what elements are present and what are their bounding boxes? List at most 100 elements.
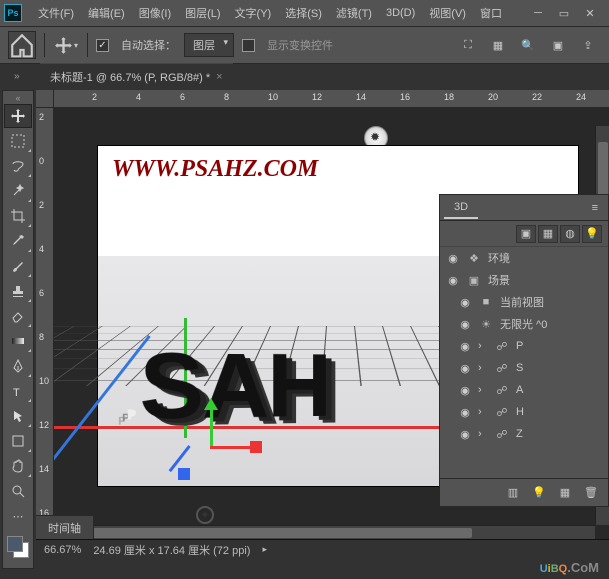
mesh-icon: ☍ xyxy=(494,384,510,397)
auto-select-checkbox[interactable] xyxy=(96,39,109,52)
move-tool[interactable] xyxy=(4,104,32,128)
3d-row-mesh-p[interactable]: ◉›☍P xyxy=(440,335,608,357)
menu-file[interactable]: 文件(F) xyxy=(32,1,80,25)
lasso-tool[interactable] xyxy=(4,154,32,178)
transform-controls-checkbox[interactable] xyxy=(242,39,255,52)
window-minimize-button[interactable]: ─ xyxy=(527,4,549,22)
edit-toolbar-icon[interactable]: ⋯ xyxy=(4,504,32,528)
home-icon[interactable] xyxy=(8,31,36,59)
menu-image[interactable]: 图像(I) xyxy=(133,1,177,25)
3d-row-scene[interactable]: ◉▣场景 xyxy=(440,269,608,291)
scrollbar-horizontal[interactable] xyxy=(72,525,595,539)
move-tool-icon[interactable]: ▾ xyxy=(53,32,79,58)
tool-collapse-icon[interactable]: « xyxy=(3,93,33,103)
visibility-icon[interactable]: ◉ xyxy=(458,406,472,419)
zoom-level[interactable]: 66.67% xyxy=(44,544,81,556)
3d-row-mesh-z[interactable]: ◉›☍Z xyxy=(440,423,608,445)
row-label: 无限光 ^0 xyxy=(500,316,547,332)
visibility-icon[interactable]: ◉ xyxy=(458,318,472,331)
scroll-thumb[interactable] xyxy=(92,528,472,538)
crop-tool[interactable] xyxy=(4,204,32,228)
menu-layer[interactable]: 图层(L) xyxy=(179,1,226,25)
visibility-icon[interactable]: ◉ xyxy=(458,296,472,309)
tab-collapse-icon[interactable]: » xyxy=(14,71,20,82)
menu-filter[interactable]: 滤镜(T) xyxy=(330,1,378,25)
menu-view[interactable]: 视图(V) xyxy=(423,1,472,25)
zoom-tool[interactable] xyxy=(4,479,32,503)
magic-wand-tool[interactable] xyxy=(4,179,32,203)
gizmo-x-handle[interactable] xyxy=(250,441,262,453)
tab-close-icon[interactable]: × xyxy=(216,71,222,83)
stamp-tool[interactable] xyxy=(4,279,32,303)
3d-row-current-view[interactable]: ◉■当前视图 xyxy=(440,291,608,313)
menu-edit[interactable]: 编辑(E) xyxy=(82,1,131,25)
gradient-tool[interactable] xyxy=(4,329,32,353)
delete-icon[interactable]: 🗑 xyxy=(580,483,602,503)
window-close-button[interactable]: ✕ xyxy=(579,4,601,22)
render-icon[interactable]: ▦ xyxy=(554,483,576,503)
filter-material-icon[interactable]: ◍ xyxy=(560,225,580,243)
new-mesh-icon[interactable]: ▥ xyxy=(502,483,524,503)
screen-mode-icon[interactable]: ▣ xyxy=(545,32,571,58)
3d-row-mesh-a[interactable]: ◉›☍A xyxy=(440,379,608,401)
ruler-vertical[interactable]: 2 0 2 4 6 8 10 12 14 16 xyxy=(36,108,54,539)
timeline-tab[interactable]: 时间轴 xyxy=(36,515,94,539)
window-restore-button[interactable]: ▭ xyxy=(553,4,575,22)
3d-row-mesh-h[interactable]: ◉›☍H xyxy=(440,401,608,423)
menu-type[interactable]: 文字(Y) xyxy=(229,1,278,25)
visibility-icon[interactable]: ◉ xyxy=(458,384,472,397)
gizmo-z-handle[interactable] xyxy=(178,468,190,480)
eyedropper-tool[interactable] xyxy=(4,229,32,253)
menu-3d[interactable]: 3D(D) xyxy=(380,3,421,23)
expand-icon[interactable]: › xyxy=(478,340,488,352)
ruler-tick: 6 xyxy=(39,288,44,298)
filter-mesh-icon[interactable]: ▦ xyxy=(538,225,558,243)
type-tool[interactable]: T xyxy=(4,379,32,403)
3d-row-mesh-s[interactable]: ◉›☍S xyxy=(440,357,608,379)
ruler-tick: 4 xyxy=(136,92,141,102)
ruler-origin[interactable] xyxy=(36,90,54,108)
auto-select-dropdown[interactable]: 图层 xyxy=(184,33,234,57)
search-icon[interactable]: 🔍 xyxy=(515,32,541,58)
3d-row-infinite-light[interactable]: ◉☀无限光 ^0 xyxy=(440,313,608,335)
mode-3d-icon[interactable]: ⛶ xyxy=(455,32,481,58)
visibility-icon[interactable]: ◉ xyxy=(446,274,460,287)
expand-icon[interactable]: › xyxy=(478,384,488,396)
panel-menu-icon[interactable]: ≡ xyxy=(586,199,604,217)
row-label: S xyxy=(516,362,523,374)
filter-scene-icon[interactable]: ▣ xyxy=(516,225,536,243)
brush-tool[interactable] xyxy=(4,254,32,278)
transform-controls-label: 显示变换控件 xyxy=(267,37,333,53)
ruler-horizontal[interactable]: 2 4 6 8 10 12 14 16 18 20 22 24 xyxy=(54,90,609,108)
shape-tool[interactable] xyxy=(4,429,32,453)
visibility-icon[interactable]: ◉ xyxy=(458,340,472,353)
visibility-icon[interactable]: ◉ xyxy=(458,362,472,375)
path-select-tool[interactable] xyxy=(4,404,32,428)
expand-icon[interactable]: › xyxy=(478,428,488,440)
3d-move-gizmo[interactable] xyxy=(170,406,250,486)
foreground-color[interactable] xyxy=(7,536,23,552)
status-menu-icon[interactable]: ▸ xyxy=(262,544,267,555)
hand-tool[interactable] xyxy=(4,454,32,478)
3d-anchor-icon[interactable]: ✦ xyxy=(196,506,214,524)
visibility-icon[interactable]: ◉ xyxy=(458,428,472,441)
visibility-icon[interactable]: ◉ xyxy=(446,252,460,265)
share-icon[interactable]: ⇪ xyxy=(575,32,601,58)
menu-window[interactable]: 窗口 xyxy=(474,1,508,25)
gizmo-y-handle[interactable] xyxy=(204,398,218,410)
expand-icon[interactable]: › xyxy=(478,406,488,418)
new-light-icon[interactable]: 💡 xyxy=(528,483,550,503)
ruler-tick: 22 xyxy=(532,92,542,102)
pen-tool[interactable] xyxy=(4,354,32,378)
color-swatch[interactable] xyxy=(5,534,31,560)
document-tab[interactable]: 未标题-1 @ 66.7% (P, RGB/8#) * × xyxy=(40,63,233,90)
3d-row-environment[interactable]: ◉❖环境 xyxy=(440,247,608,269)
document-tab-title: 未标题-1 @ 66.7% (P, RGB/8#) * xyxy=(50,69,210,85)
expand-icon[interactable]: › xyxy=(478,362,488,374)
menu-select[interactable]: 选择(S) xyxy=(279,1,328,25)
filter-light-icon[interactable]: 💡 xyxy=(582,225,602,243)
panel-tab-3d[interactable]: 3D xyxy=(444,197,478,219)
marquee-tool[interactable] xyxy=(4,129,32,153)
eraser-tool[interactable] xyxy=(4,304,32,328)
arrange-icon[interactable]: ▦ xyxy=(485,32,511,58)
